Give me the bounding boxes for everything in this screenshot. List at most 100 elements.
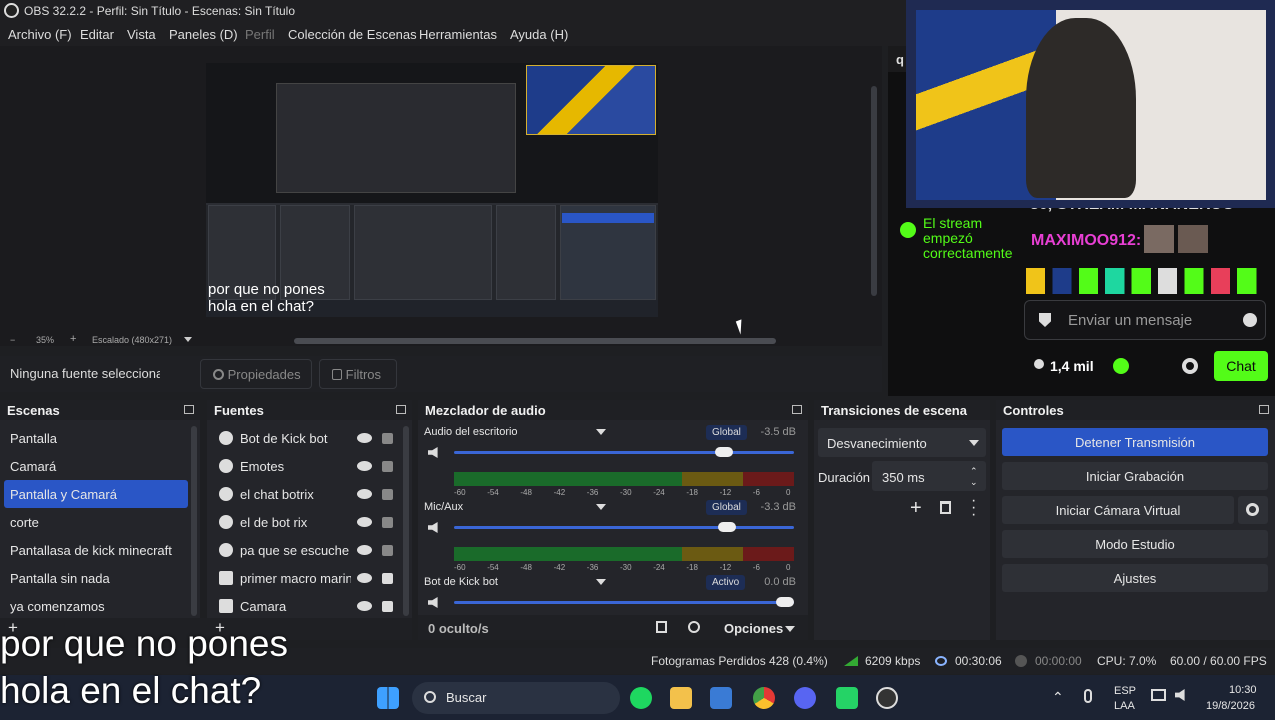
menu-coleccion-escenas[interactable]: Colección de Escenas [288,27,417,42]
preview-canvas[interactable]: por que no pones hola en el chat? [206,63,658,317]
source-item[interactable]: pa que se escuche el [211,536,401,564]
chat-username[interactable]: MAXIMOO912: [1031,232,1141,250]
volume-slider-knob[interactable] [718,522,737,532]
scene-item[interactable]: Camará [4,452,188,480]
stop-stream-button[interactable]: Detener Transmisión [1002,428,1268,456]
chrome-icon[interactable] [753,687,775,709]
chevron-down-icon[interactable] [596,429,606,435]
popout-icon[interactable] [396,405,406,414]
lock-icon[interactable] [382,489,393,500]
virtual-cam-settings-button[interactable] [1238,496,1268,524]
popout-icon[interactable] [184,405,194,414]
properties-button[interactable]: Propiedades [200,359,312,389]
chevron-up-icon[interactable]: ⌃ [970,466,978,477]
lang-primary[interactable]: ESP [1114,685,1136,697]
gear-icon[interactable] [688,621,700,633]
sources-scrollbar[interactable] [403,426,409,616]
chat-send-button[interactable]: Chat [1214,351,1268,381]
source-item[interactable]: Bot de Kick bot [211,424,401,452]
lock-icon[interactable] [382,433,393,444]
taskbar-search[interactable]: Buscar [412,682,620,714]
eye-icon[interactable] [357,489,372,499]
trash-icon[interactable] [940,501,951,514]
gear-icon[interactable] [1182,358,1198,374]
zoom-out-button[interactable]: − [10,335,15,345]
virtual-cam-button[interactable]: Iniciar Cámara Virtual [1002,496,1234,524]
volume-icon[interactable] [1175,689,1185,701]
obs-taskbar-icon[interactable] [876,687,898,709]
transition-select[interactable]: Desvanecimiento [818,428,986,457]
eye-icon[interactable] [357,433,372,443]
source-item[interactable]: el chat botrix [211,480,401,508]
menu-ayuda[interactable]: Ayuda (H) [510,27,568,42]
lock-icon[interactable] [382,573,393,584]
source-item[interactable]: Camara [211,592,401,620]
source-item[interactable]: el de bot rix [211,508,401,536]
menu-editar[interactable]: Editar [80,27,114,42]
eye-icon[interactable] [357,517,372,527]
speaker-icon[interactable] [428,597,438,608]
volume-slider[interactable] [454,597,794,607]
store-icon[interactable] [710,687,732,709]
scene-item[interactable]: ya comenzamos [4,592,188,620]
whatsapp-icon[interactable] [836,687,858,709]
scene-item-selected[interactable]: Pantalla y Camará [4,480,188,508]
preview-scrollbar-vertical[interactable] [871,86,877,296]
scene-item[interactable]: corte [4,508,188,536]
volume-slider-knob[interactable] [714,447,733,457]
menu-herramientas[interactable]: Herramientas [419,27,497,42]
eye-icon[interactable] [357,601,372,611]
volume-slider[interactable] [454,447,794,457]
lock-icon[interactable] [382,517,393,528]
add-transition-button[interactable]: + [910,497,922,520]
preview-scrollbar-horizontal[interactable] [294,338,776,344]
filters-button[interactable]: Filtros [319,359,397,389]
speaker-icon[interactable] [428,447,438,458]
chevron-down-icon[interactable] [596,579,606,585]
windows-start-icon[interactable] [377,687,399,709]
chat-panel-tab[interactable]: q [888,46,908,72]
zoom-in-button[interactable]: + [70,333,76,345]
lock-icon[interactable] [382,545,393,556]
scene-item[interactable]: Pantallasa de kick minecraft [4,536,188,564]
lock-icon[interactable] [382,461,393,472]
scenes-scrollbar[interactable] [191,426,197,616]
eye-icon[interactable] [357,573,372,583]
more-options-icon[interactable]: · · · [971,493,976,523]
source-item[interactable]: primer macro marin [211,564,401,592]
lang-secondary[interactable]: LAA [1114,700,1135,712]
chevron-up-icon[interactable]: ⌃ [1052,689,1064,706]
chat-message-input[interactable]: Enviar un mensaje [1024,300,1266,340]
volume-slider-knob[interactable] [776,597,794,607]
lock-icon[interactable] [382,601,393,612]
network-icon[interactable] [1151,689,1166,701]
file-explorer-icon[interactable] [670,687,692,709]
options-button[interactable]: Opciones [724,621,783,636]
scene-item[interactable]: Pantalla sin nada [4,564,188,592]
chevron-down-icon[interactable]: ⌄ [970,477,978,488]
volume-slider[interactable] [454,522,794,532]
settings-button[interactable]: Ajustes [1002,564,1268,592]
eye-icon[interactable] [357,545,372,555]
menu-paneles[interactable]: Paneles (D) [169,27,238,42]
eye-icon[interactable] [357,461,372,471]
popout-icon[interactable] [1259,405,1269,414]
spotify-icon[interactable] [630,687,652,709]
start-recording-button[interactable]: Iniciar Grabación [1002,462,1268,490]
duration-input[interactable]: 350 ms ⌃ ⌄ [872,461,986,491]
kick-icon[interactable] [1113,358,1129,374]
scale-dropdown-icon[interactable] [184,337,192,342]
speaker-icon[interactable] [428,522,438,533]
menu-vista[interactable]: Vista [127,27,156,42]
menu-perfil[interactable]: Perfil [245,27,275,42]
menu-archivo[interactable]: Archivo (F) [8,27,72,42]
popout-icon[interactable] [792,405,802,414]
source-item[interactable]: Emotes [211,452,401,480]
discord-icon[interactable] [794,687,816,709]
emoji-icon[interactable] [1243,313,1257,327]
layout-icon[interactable] [656,621,667,633]
emote-row[interactable] [1026,268,1266,294]
chevron-down-icon[interactable] [596,504,606,510]
studio-mode-button[interactable]: Modo Estudio [1002,530,1268,558]
scene-item[interactable]: Pantalla [4,424,188,452]
